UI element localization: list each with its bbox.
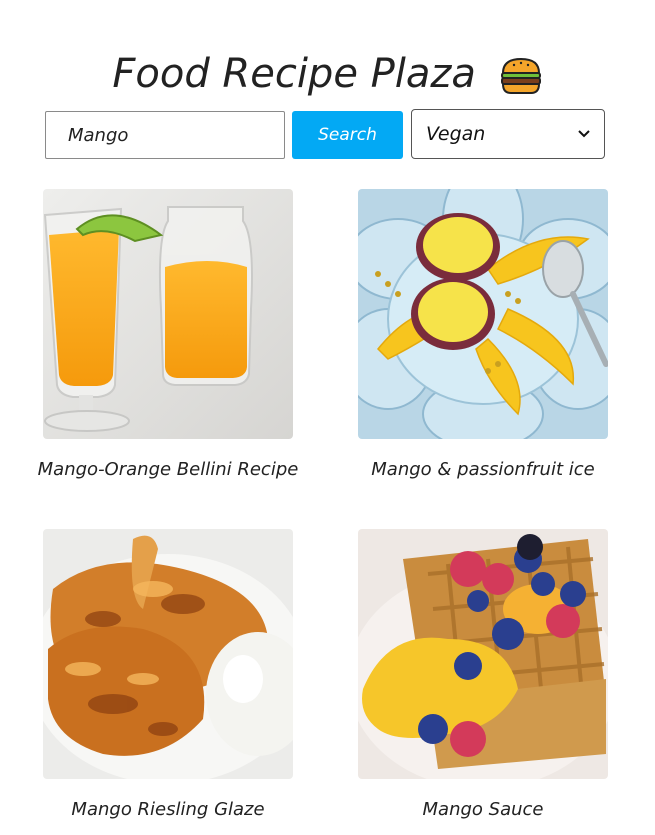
- recipe-name[interactable]: Mango Sauce: [323, 795, 643, 825]
- recipe-name[interactable]: Mango-Orange Bellini Recipe: [18, 455, 318, 485]
- chevron-down-icon: [578, 130, 590, 138]
- mango-passionfruit-plate-image[interactable]: [358, 189, 608, 439]
- recipe-name[interactable]: Mango & passionfruit ice: [323, 455, 643, 485]
- recipe-card[interactable]: Mango-Orange Bellini Recipe: [38, 189, 298, 485]
- diet-filter-select[interactable]: Vegan: [411, 109, 605, 159]
- mango-orange-drink-image[interactable]: [43, 189, 293, 439]
- search-input[interactable]: [45, 111, 285, 159]
- page-title: Food Recipe Plaza: [0, 48, 655, 100]
- recipe-card[interactable]: Mango Riesling Glaze: [43, 529, 293, 825]
- search-button[interactable]: Search: [292, 111, 403, 159]
- page-title-text: Food Recipe Plaza: [112, 51, 476, 97]
- glazed-chicken-rice-image[interactable]: [43, 529, 293, 779]
- diet-filter-selected: Vegan: [426, 123, 486, 145]
- recipe-name[interactable]: Mango Riesling Glaze: [18, 795, 318, 825]
- waffles-berries-mango-image[interactable]: [358, 529, 608, 779]
- recipe-card[interactable]: Mango Sauce: [358, 529, 608, 825]
- recipe-card[interactable]: Mango & passionfruit ice: [358, 189, 608, 485]
- burger-icon: [500, 57, 541, 94]
